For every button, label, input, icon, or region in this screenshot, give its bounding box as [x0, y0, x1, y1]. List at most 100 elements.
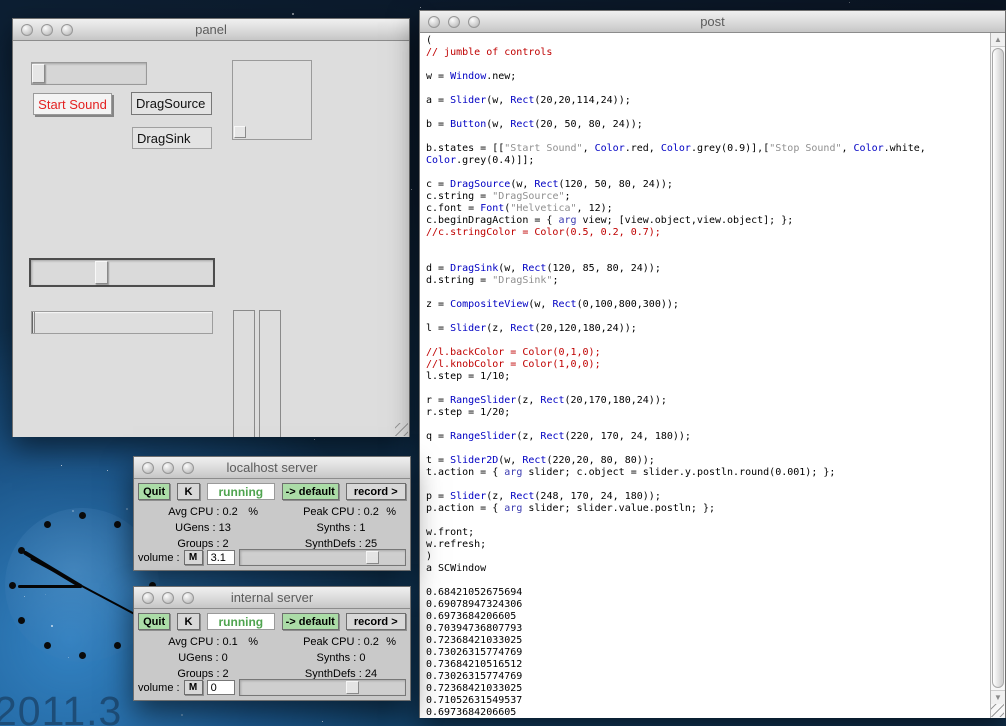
code-line: l = Slider(z, Rect(20,120,180,24));: [426, 323, 990, 335]
code-line: [426, 335, 990, 347]
server-stats: Avg CPU : 0.1% Peak CPU : 0.2% UGens : 0…: [134, 636, 410, 680]
post-scrollbar[interactable]: ▲ ▼: [990, 33, 1005, 718]
slider-l-knob[interactable]: [95, 261, 108, 284]
code-line: w = Window.new;: [426, 71, 990, 83]
server-status: running: [207, 613, 275, 630]
minimize-button[interactable]: [162, 592, 174, 604]
make-default-button[interactable]: -> default: [282, 613, 339, 630]
start-sound-button[interactable]: Start Sound: [33, 93, 112, 115]
code-line: z = CompositeView(w, Rect(0,100,800,300)…: [426, 299, 990, 311]
peak-cpu-stat: Peak CPU : 0.2: [303, 506, 379, 518]
volume-value-field[interactable]: 0: [207, 680, 235, 695]
code-line: p.action = { arg slider; slider.value.po…: [426, 503, 990, 515]
zoom-button[interactable]: [61, 24, 73, 36]
slider-a[interactable]: [31, 62, 147, 85]
code-line: [426, 287, 990, 299]
minimize-button[interactable]: [162, 462, 174, 474]
clock-hour-marker: [44, 642, 51, 649]
panel-titlebar[interactable]: panel: [13, 19, 409, 41]
kill-button[interactable]: K: [177, 613, 199, 630]
record-button[interactable]: record >: [346, 483, 406, 500]
code-line: d = DragSink(w, Rect(120, 85, 80, 24));: [426, 263, 990, 275]
post-resize-handle[interactable]: [991, 704, 1004, 717]
volume-slider[interactable]: [239, 549, 406, 566]
code-line: q = RangeSlider(z, Rect(220, 170, 24, 18…: [426, 431, 990, 443]
slider-p[interactable]: [259, 310, 281, 437]
version-text: 2011.3: [0, 688, 122, 726]
volume-slider-knob[interactable]: [346, 681, 359, 694]
volume-value-field[interactable]: 3.1: [207, 550, 235, 565]
code-line: c.beginDragAction = { arg view; [view.ob…: [426, 215, 990, 227]
localhost-content: Quit K running -> default record > Avg C…: [134, 479, 410, 571]
close-button[interactable]: [142, 592, 154, 604]
scroll-down-arrow-icon[interactable]: ▼: [991, 690, 1005, 704]
code-line: w.front;: [426, 527, 990, 539]
mute-button[interactable]: M: [184, 680, 203, 695]
slider-l[interactable]: [29, 258, 215, 287]
clock-hour-marker: [114, 642, 121, 649]
minimize-button[interactable]: [41, 24, 53, 36]
synths-stat: Synths : 1: [272, 522, 410, 534]
clock-hour-marker: [18, 547, 25, 554]
volume-slider[interactable]: [239, 679, 406, 696]
peak-cpu-unit: %: [386, 506, 396, 518]
localhost-titlebar[interactable]: localhost server: [134, 457, 410, 479]
clock-hour-marker: [79, 652, 86, 659]
clock-hour-marker: [79, 512, 86, 519]
quit-button[interactable]: Quit: [138, 483, 170, 500]
close-button[interactable]: [428, 16, 440, 28]
zoom-button[interactable]: [182, 462, 194, 474]
quit-button[interactable]: Quit: [138, 613, 170, 630]
window-controls: [134, 462, 194, 474]
code-line: [426, 311, 990, 323]
zoom-button[interactable]: [182, 592, 194, 604]
code-line: d.string = "DragSink";: [426, 275, 990, 287]
volume-label: volume :: [138, 552, 180, 564]
mute-button[interactable]: M: [184, 550, 203, 565]
range-slider-r[interactable]: [31, 311, 213, 334]
code-line: 0.71052631549537: [426, 695, 990, 707]
make-default-button[interactable]: -> default: [282, 483, 339, 500]
code-line: [426, 575, 990, 587]
scrollbar-thumb[interactable]: [992, 48, 1004, 688]
server-button-row: Quit K running -> default record >: [134, 609, 410, 630]
code-line: r = RangeSlider(z, Rect(20,170,180,24));: [426, 395, 990, 407]
code-line: p = Slider(z, Rect(248, 170, 24, 180));: [426, 491, 990, 503]
slider-2d[interactable]: [232, 60, 312, 140]
post-window-title: post: [420, 14, 1005, 29]
volume-slider-knob[interactable]: [366, 551, 379, 564]
record-button[interactable]: record >: [346, 613, 406, 630]
code-line: 0.6973684206605: [426, 707, 990, 718]
internal-titlebar[interactable]: internal server: [134, 587, 410, 609]
panel-resize-handle[interactable]: [395, 423, 408, 436]
close-button[interactable]: [142, 462, 154, 474]
code-line: //l.knobColor = Color(1,0,0);: [426, 359, 990, 371]
code-line: [426, 443, 990, 455]
code-line: l.step = 1/10;: [426, 371, 990, 383]
code-line: [426, 131, 990, 143]
post-window: post (// jumble of controls w = Window.n…: [419, 10, 1006, 718]
scroll-up-arrow-icon[interactable]: ▲: [991, 33, 1005, 47]
range-slider-q[interactable]: [233, 310, 255, 437]
range-slider-r-thumb[interactable]: [32, 312, 35, 333]
zoom-button[interactable]: [468, 16, 480, 28]
drag-sink-box[interactable]: DragSink: [132, 127, 212, 149]
window-controls: [13, 24, 73, 36]
localhost-server-window: localhost server Quit K running -> defau…: [133, 456, 411, 571]
clock-hour-marker: [9, 582, 16, 589]
drag-source-box[interactable]: DragSource: [131, 92, 212, 115]
code-line: //c.stringColor = Color(0.5, 0.2, 0.7);: [426, 227, 990, 239]
window-controls: [420, 16, 480, 28]
code-line: [426, 419, 990, 431]
close-button[interactable]: [21, 24, 33, 36]
code-line: c = DragSource(w, Rect(120, 50, 80, 24))…: [426, 179, 990, 191]
slider-2d-knob[interactable]: [234, 126, 246, 138]
code-line: Color.grey(0.4)]];: [426, 155, 990, 167]
code-line: 0.73026315774769: [426, 647, 990, 659]
minimize-button[interactable]: [448, 16, 460, 28]
post-titlebar[interactable]: post: [420, 11, 1005, 33]
kill-button[interactable]: K: [177, 483, 199, 500]
volume-row: volume : M 0: [138, 679, 406, 696]
code-line: b.states = [["Start Sound", Color.red, C…: [426, 143, 990, 155]
slider-a-knob[interactable]: [32, 64, 45, 83]
